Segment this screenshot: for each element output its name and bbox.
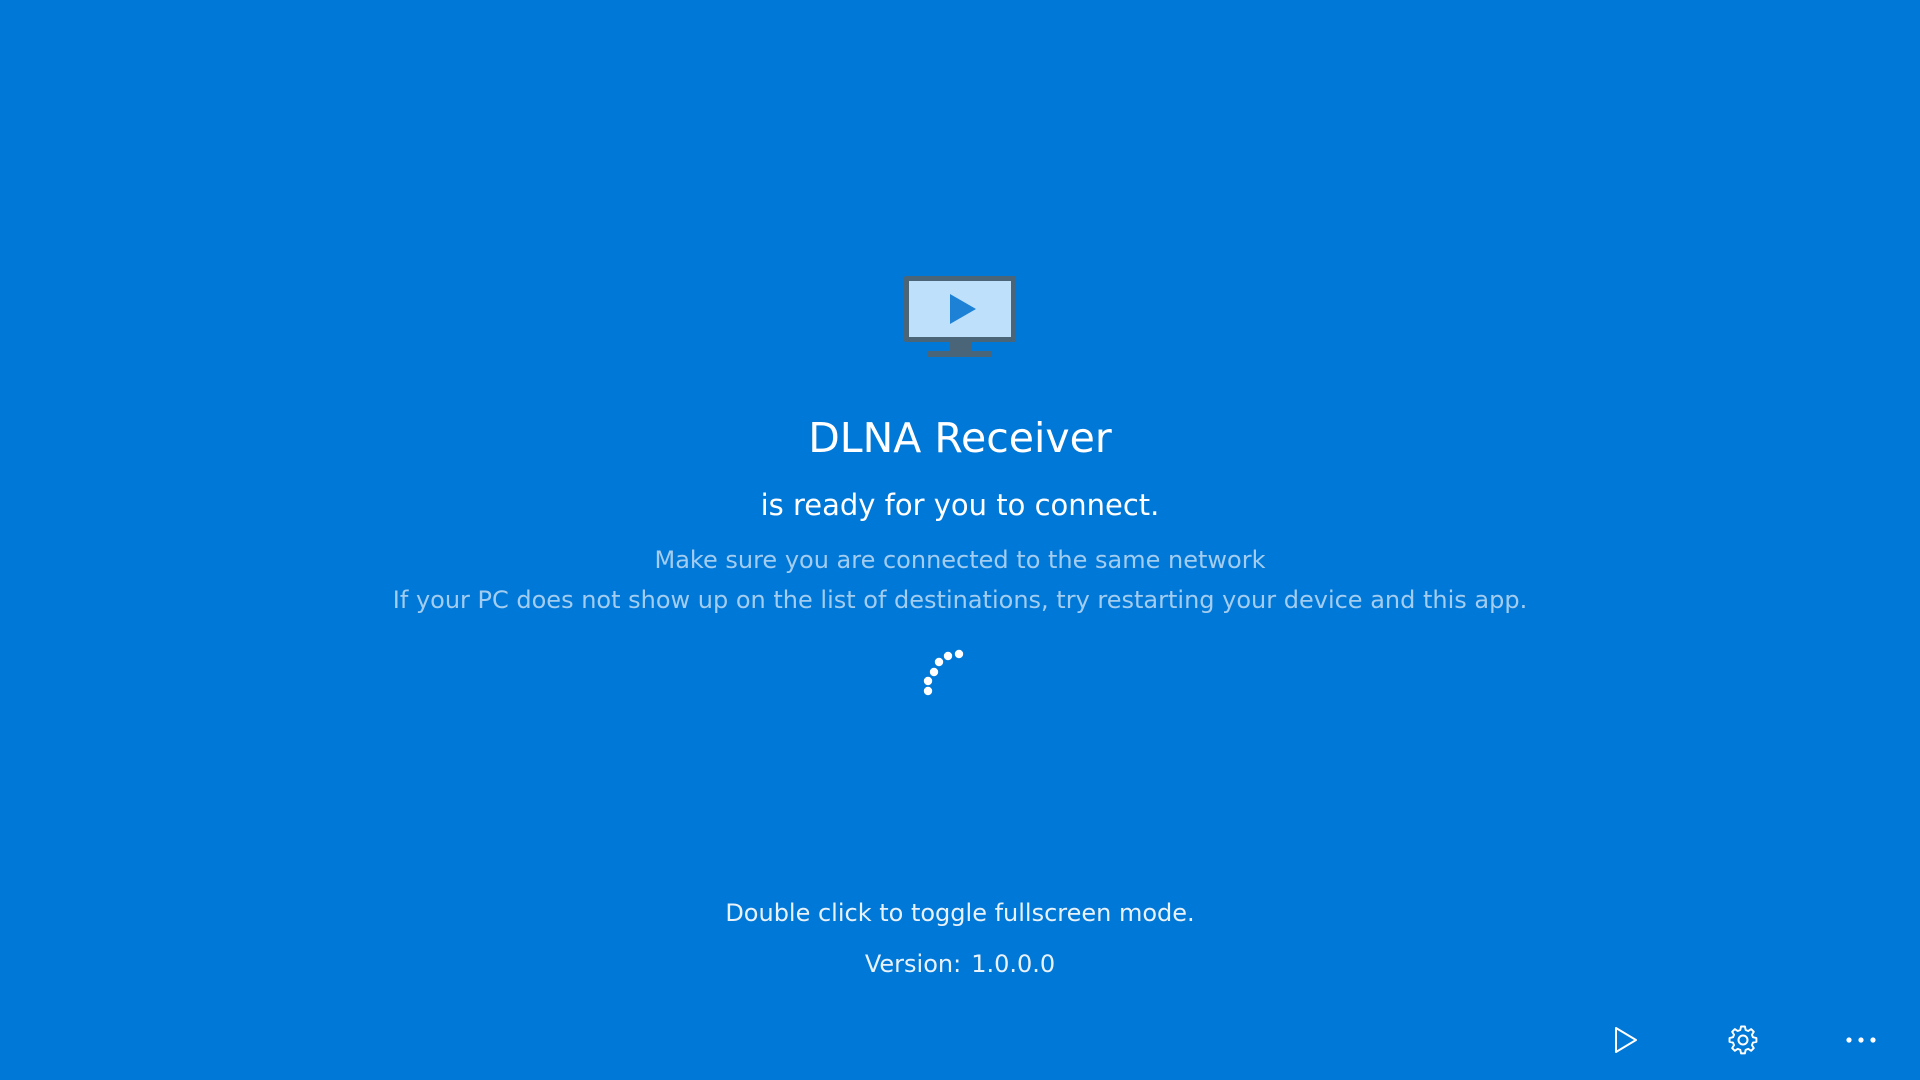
restart-hint: If your PC does not show up on the list … [392,586,1528,614]
command-bar [1566,1000,1920,1080]
more-button[interactable] [1802,1000,1920,1080]
network-hint: Make sure you are connected to the same … [654,546,1266,574]
version-label: Version: [864,950,962,978]
play-button[interactable] [1566,1000,1684,1080]
version-info: Version: 1.0.0.0 [0,947,1920,981]
version-value: 1.0.0.0 [971,950,1056,978]
app-window[interactable]: DLNA Receiver is ready for you to connec… [0,0,1920,1080]
gear-icon [1728,1025,1758,1055]
play-icon [1615,1027,1637,1053]
settings-button[interactable] [1684,1000,1802,1080]
loading-spinner-icon [918,644,970,696]
tv-play-icon [904,276,1016,360]
more-dots-icon [1846,1037,1876,1043]
app-title: DLNA Receiver [808,414,1112,462]
fullscreen-hint: Double click to toggle fullscreen mode. [725,899,1195,927]
status-text: is ready for you to connect. [760,488,1160,522]
